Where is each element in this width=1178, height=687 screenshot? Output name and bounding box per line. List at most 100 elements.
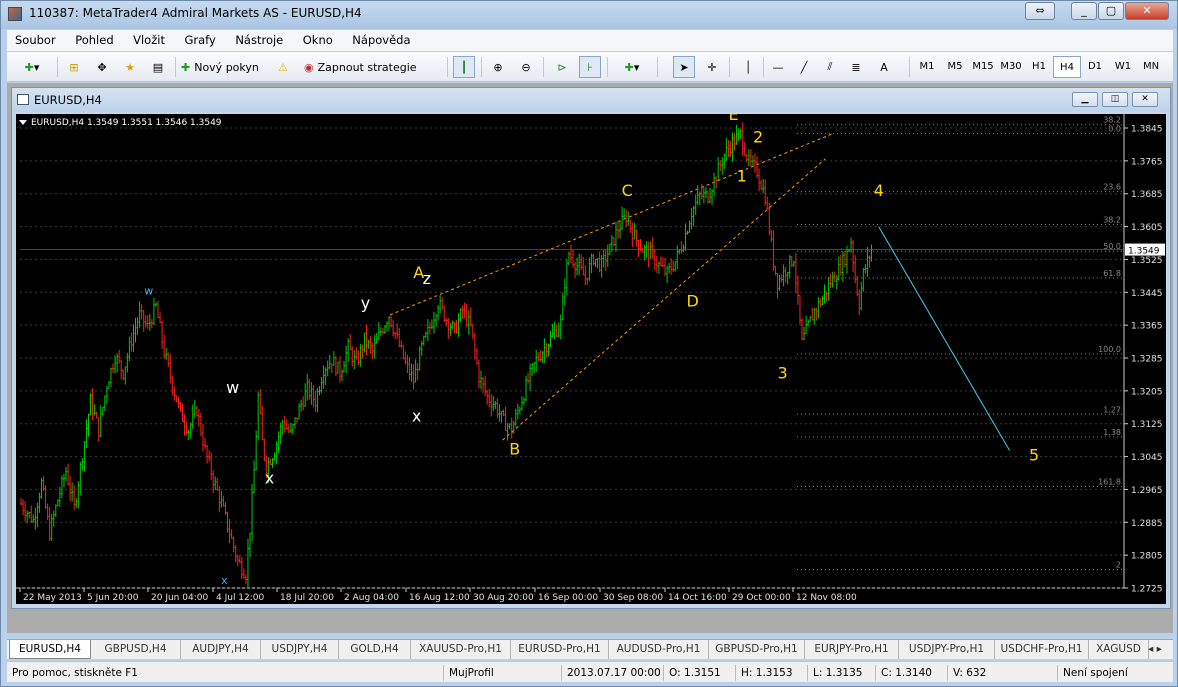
timeframe-w1[interactable]: W1 bbox=[1109, 56, 1137, 78]
favorites-icon[interactable]: ★ bbox=[119, 56, 141, 78]
y-tick-label: 1.3685 bbox=[1131, 190, 1163, 200]
wave-label: 3 bbox=[777, 364, 787, 383]
chart-tab[interactable]: AUDUSD-Pro,H1 bbox=[609, 640, 709, 659]
wave-label: B bbox=[509, 440, 520, 459]
zoom-in-icon[interactable]: ⊕ bbox=[487, 56, 509, 78]
chart-header: EURUSD,H4 1.3549 1.3551 1.3546 1.3549 bbox=[31, 118, 222, 128]
horizontal-line-icon[interactable]: — bbox=[767, 56, 789, 78]
text-tool-icon[interactable]: A bbox=[873, 56, 895, 78]
x-tick-label: 2 Aug 04:00 bbox=[344, 593, 399, 603]
timeframe-m5[interactable]: M5 bbox=[941, 56, 969, 78]
fib-level-label: 161.8 bbox=[1098, 478, 1121, 487]
app-window: 110387: MetaTrader4 Admiral Markets AS -… bbox=[0, 0, 1178, 687]
status-volume: V: 632 bbox=[947, 665, 1001, 681]
new-chart-icon[interactable]: ✚ ▾ bbox=[15, 56, 49, 78]
wave-label: 5 bbox=[1029, 446, 1039, 465]
price-chart[interactable]: 1.38451.37651.36851.36051.35251.34451.33… bbox=[16, 105, 1166, 604]
timeframe-h1[interactable]: H1 bbox=[1025, 56, 1053, 78]
menu-soubor[interactable]: Soubor bbox=[7, 30, 64, 51]
minimize-button[interactable]: _ bbox=[1071, 2, 1097, 20]
chart-tab[interactable]: GOLD,H4 bbox=[339, 640, 411, 659]
chart-tab[interactable]: EURJPY-Pro,H1 bbox=[805, 640, 899, 659]
chart-tab[interactable]: USDJPY-Pro,H1 bbox=[899, 640, 995, 659]
new-order-button[interactable]: ✚ Nový pokyn bbox=[181, 56, 259, 78]
app-icon bbox=[8, 7, 22, 21]
autoscroll-icon[interactable]: ⊳ bbox=[551, 56, 573, 78]
timeframe-mn[interactable]: MN bbox=[1137, 56, 1165, 78]
chart-restore-button[interactable]: ◫ bbox=[1102, 92, 1128, 107]
x-tick-label: 14 Oct 16:00 bbox=[668, 593, 727, 603]
y-tick-label: 1.2965 bbox=[1131, 486, 1163, 496]
warning-icon[interactable]: ⚠ bbox=[278, 56, 288, 78]
menu-pohled[interactable]: Pohled bbox=[67, 30, 121, 51]
status-profile: MujProfil bbox=[443, 665, 559, 681]
chart-tab[interactable]: EURUSD-Pro,H1 bbox=[511, 640, 609, 659]
chart-tab[interactable]: GBPUSD-Pro,H1 bbox=[709, 640, 805, 659]
zoom-out-icon[interactable]: ⊖ bbox=[515, 56, 537, 78]
status-high: H: 1.3153 bbox=[735, 665, 805, 681]
y-tick-label: 1.3205 bbox=[1131, 387, 1163, 397]
trendline-icon[interactable]: ╱ bbox=[793, 56, 815, 78]
chart-tabs: EURUSD,H4 GBPUSD,H4 AUDJPY,H4 USDJPY,H4 GOLD… bbox=[7, 639, 1173, 659]
chart-tab[interactable]: USDCHF-Pro,H1 bbox=[995, 640, 1089, 659]
x-tick-label: 29 Oct 00:00 bbox=[732, 593, 791, 603]
status-help: Pro pomoc, stiskněte F1 bbox=[12, 667, 138, 679]
chart-tab[interactable]: XAUUSD-Pro,H1 bbox=[411, 640, 511, 659]
x-tick-label: 30 Aug 20:00 bbox=[473, 593, 534, 603]
chart-minimize-button[interactable]: ▁ bbox=[1072, 92, 1098, 107]
chart-area[interactable]: 1.3845 1.3765 1.3685 1.3605 1.3525 1.3445 1.33… bbox=[16, 105, 1166, 604]
autotrading-label: Zapnout strategie bbox=[317, 60, 417, 74]
menu-grafy[interactable]: Grafy bbox=[176, 30, 223, 51]
cursor-icon[interactable]: ➤ bbox=[673, 56, 695, 78]
fib-level-label: 1.27 bbox=[1103, 405, 1121, 414]
timeframe-m15[interactable]: M15 bbox=[969, 56, 997, 78]
chart-tab[interactable]: EURUSD,H4 bbox=[9, 640, 91, 659]
wave-label: z bbox=[423, 269, 431, 288]
toolbar: ✚ ▾ ⊞ ✥ ★ ▤ ✚ Nový pokyn ⚠ ◉ Zapnout strate… bbox=[7, 52, 1173, 82]
chart-tab[interactable]: AUDJPY,H4 bbox=[181, 640, 261, 659]
tab-scroll-arrows[interactable]: ◂ ▸ bbox=[1139, 640, 1171, 659]
timeframe-h4[interactable]: H4 bbox=[1053, 56, 1081, 78]
market-watch-icon[interactable]: ⊞ bbox=[63, 56, 85, 78]
fib-level-label: 23.6 bbox=[1103, 183, 1121, 192]
resize-icon[interactable]: ⇔ bbox=[1025, 2, 1055, 20]
timeframe-d1[interactable]: D1 bbox=[1081, 56, 1109, 78]
x-tick-label: 4 Jul 12:00 bbox=[216, 593, 265, 603]
fib-level-label: 0.0 bbox=[1108, 124, 1121, 133]
vertical-line-icon[interactable]: │ bbox=[737, 56, 759, 78]
maximize-button[interactable]: ▢ bbox=[1098, 2, 1124, 20]
menu-napoveda[interactable]: Nápověda bbox=[344, 30, 418, 51]
x-tick-label: 5 Jun 20:00 bbox=[87, 593, 139, 603]
menu-okno[interactable]: Okno bbox=[295, 30, 341, 51]
x-tick-label: 16 Aug 12:00 bbox=[409, 593, 470, 603]
timeframe-m30[interactable]: M30 bbox=[997, 56, 1025, 78]
chart-shift-icon[interactable]: ⊦ bbox=[579, 56, 601, 78]
mdi-area: EURUSD,H4 ▁ ◫ ✕ 1.3845 1.3765 1.3685 1.3605… bbox=[7, 83, 1173, 633]
fibonacci-icon[interactable]: ≣ bbox=[845, 56, 867, 78]
y-tick-label: 1.2805 bbox=[1131, 552, 1163, 562]
indicators-icon[interactable]: ✚ ▾ bbox=[615, 56, 649, 78]
x-tick-label: 22 May 2013 bbox=[23, 593, 82, 603]
status-datetime: 2013.07.17 00:00 bbox=[561, 665, 661, 681]
y-tick-label: 1.3285 bbox=[1131, 355, 1163, 365]
chart-tab[interactable]: USDJPY,H4 bbox=[261, 640, 339, 659]
y-tick-label: 1.3845 bbox=[1131, 125, 1163, 135]
title-bar[interactable]: 110387: MetaTrader4 Admiral Markets AS -… bbox=[1, 1, 1177, 29]
autotrading-button[interactable]: ◉ Zapnout strategie bbox=[304, 56, 417, 78]
menu-nastroje[interactable]: Nástroje bbox=[227, 30, 291, 51]
chart-tab[interactable]: GBPUSD,H4 bbox=[91, 640, 181, 659]
bar-chart-icon[interactable]: ┃ bbox=[453, 56, 475, 78]
close-button[interactable]: ✕ bbox=[1125, 2, 1169, 20]
navigator-icon[interactable]: ✥ bbox=[91, 56, 113, 78]
wave-label: x bbox=[412, 407, 421, 426]
crosshair-icon[interactable]: ✛ bbox=[701, 56, 723, 78]
timeframe-m1[interactable]: M1 bbox=[913, 56, 941, 78]
chart-close-button[interactable]: ✕ bbox=[1132, 92, 1158, 107]
chart-window-titlebar[interactable]: EURUSD,H4 ▁ ◫ ✕ bbox=[12, 88, 1170, 112]
status-connection: Není spojení bbox=[1057, 665, 1167, 681]
terminal-icon[interactable]: ▤ bbox=[147, 56, 169, 78]
channel-icon[interactable]: ⫽ bbox=[819, 56, 841, 78]
y-tick-label: 1.3045 bbox=[1131, 453, 1163, 463]
menu-vlozit[interactable]: Vložit bbox=[125, 30, 173, 51]
wave-label: w bbox=[144, 284, 153, 297]
